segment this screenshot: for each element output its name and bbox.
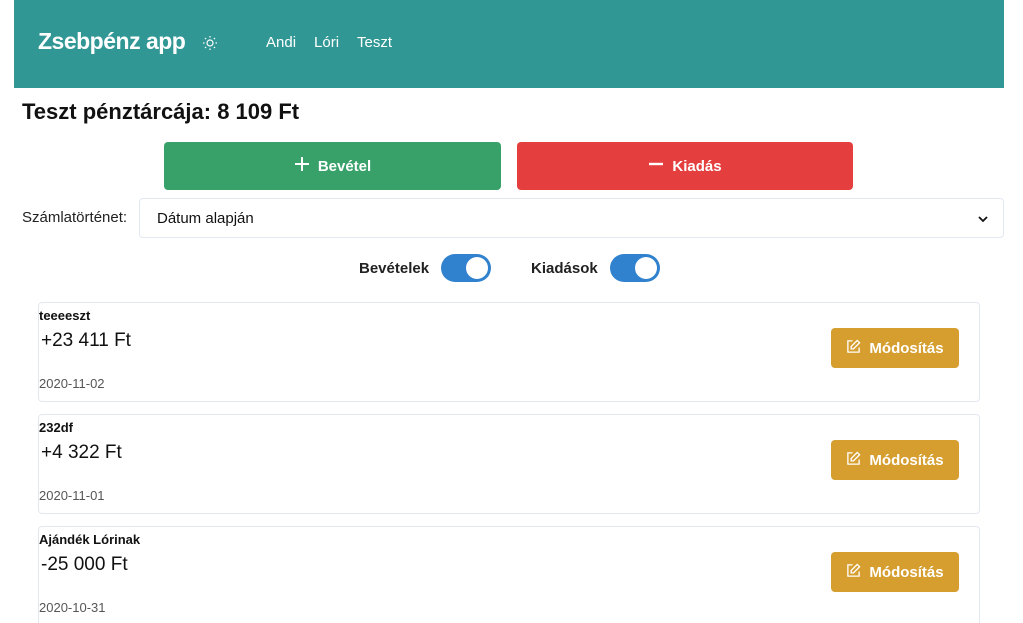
sun-icon[interactable] [202, 35, 218, 51]
transaction-date: 2020-10-31 [39, 600, 106, 615]
add-income-label: Bevétel [317, 157, 372, 175]
switch-knob [466, 257, 489, 279]
edit-button[interactable]: Módosítás [831, 440, 959, 480]
history-label: Számlatörténet: [22, 209, 128, 226]
edit-button-label: Módosítás [869, 339, 944, 357]
chevron-down-icon [977, 212, 989, 224]
history-sort-select[interactable]: Dátum alapján [139, 198, 1004, 238]
transaction-card: 232df +4 322 Ft 2020-11-01 Módosítás [38, 414, 980, 514]
nav-link-andi[interactable]: Andi [266, 34, 296, 51]
transaction-card: Ajándék Lórinak -25 000 Ft 2020-10-31 Mó… [38, 526, 980, 623]
app-brand[interactable]: Zsebpénz app [38, 28, 186, 55]
expense-filter: Kiadások [531, 254, 660, 282]
edit-icon [846, 450, 861, 470]
edit-icon [846, 338, 861, 358]
transaction-date: 2020-11-01 [39, 488, 105, 503]
income-filter: Bevételek [359, 254, 492, 282]
transaction-card: teeeeszt +23 411 Ft 2020-11-02 Módosítás [38, 302, 980, 402]
edit-button[interactable]: Módosítás [831, 328, 959, 368]
income-filter-switch[interactable] [441, 254, 492, 282]
minus-icon [648, 156, 664, 176]
edit-button[interactable]: Módosítás [831, 552, 959, 592]
add-expense-button[interactable]: Kiadás [517, 142, 853, 190]
plus-icon [294, 156, 310, 176]
switch-knob [634, 257, 657, 279]
nav-link-lori[interactable]: Lóri [314, 34, 339, 51]
transaction-date: 2020-11-02 [39, 376, 105, 391]
edit-icon [846, 562, 861, 582]
transaction-amount: +23 411 Ft [41, 330, 131, 351]
history-sort-value: Dátum alapján [157, 209, 254, 227]
edit-button-label: Módosítás [869, 451, 944, 469]
income-filter-label: Bevételek [359, 259, 430, 277]
add-expense-label: Kiadás [672, 157, 722, 175]
wallet-title: Teszt pénztárcája: 8 109 Ft [22, 99, 300, 124]
navbar: Zsebpénz app Andi Lóri Teszt [14, 0, 1004, 88]
transaction-title: teeeeszt [39, 308, 91, 323]
transaction-amount: +4 322 Ft [41, 442, 122, 463]
transaction-amount: -25 000 Ft [41, 554, 128, 575]
nav-link-teszt[interactable]: Teszt [357, 34, 392, 51]
expense-filter-switch[interactable] [609, 254, 660, 282]
edit-button-label: Módosítás [869, 563, 944, 581]
add-income-button[interactable]: Bevétel [164, 142, 501, 190]
transaction-title: Ajándék Lórinak [39, 532, 141, 547]
nav-links: Andi Lóri Teszt [266, 34, 410, 51]
transaction-title: 232df [39, 420, 73, 435]
expense-filter-label: Kiadások [531, 259, 598, 277]
